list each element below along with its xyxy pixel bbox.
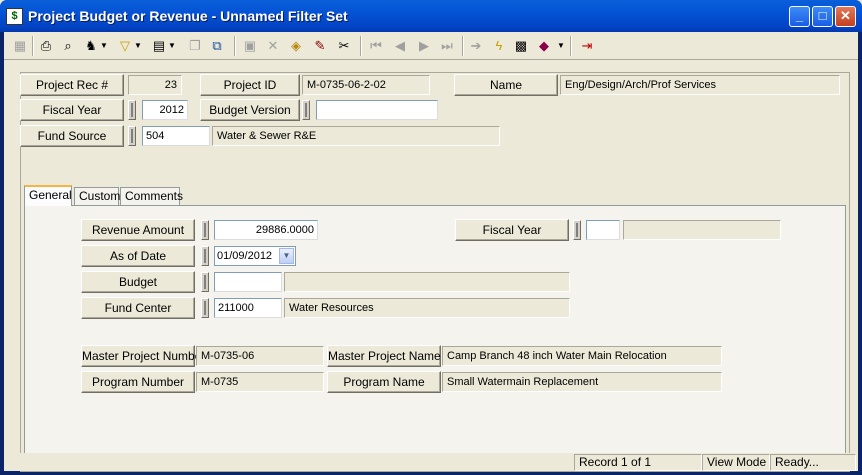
- exit-icon[interactable]: ⇥: [577, 36, 597, 56]
- revenue-amount-label[interactable]: Revenue Amount: [81, 219, 195, 241]
- preview-icon[interactable]: ⌕: [58, 36, 78, 56]
- filter-find-icon[interactable]: ♞: [81, 36, 101, 56]
- fund-center-description: Water Resources: [284, 298, 570, 318]
- goto-icon[interactable]: ➔: [466, 36, 486, 56]
- master-project-number-label[interactable]: Master Project Number: [81, 345, 205, 367]
- program-number-field: M-0735: [196, 372, 324, 392]
- general-fiscal-year-handle[interactable]: [573, 220, 581, 240]
- budget-description: [284, 272, 570, 292]
- next-icon[interactable]: ▶: [414, 36, 434, 56]
- general-fiscal-year-label[interactable]: Fiscal Year: [455, 219, 569, 241]
- minimize-button[interactable]: _: [789, 6, 810, 27]
- budget-label[interactable]: Budget: [81, 271, 195, 293]
- chevron-down-icon[interactable]: ▼: [133, 36, 143, 56]
- project-rec-label[interactable]: Project Rec #: [20, 74, 124, 96]
- fund-source-label[interactable]: Fund Source: [20, 125, 124, 147]
- project-id-label[interactable]: Project ID: [200, 74, 300, 96]
- client-area: ▦ ⎙ ⌕ ♞ ▼ ▽ ▼ ▤ ▼ ❐ ⧉ ▣ ✕ ◈ ✎ ✂ ⏮ ◀ ▶ ⏭ …: [4, 32, 858, 472]
- master-project-number-field: M-0735-06: [196, 346, 324, 366]
- chevron-down-icon[interactable]: ▼: [167, 36, 177, 56]
- fiscal-year-input[interactable]: 2012: [142, 100, 188, 120]
- filter-icon[interactable]: ▽: [115, 36, 135, 56]
- as-of-date-label[interactable]: As of Date: [81, 245, 195, 267]
- tab-comments[interactable]: Comments: [120, 187, 183, 205]
- program-number-label[interactable]: Program Number: [81, 371, 195, 393]
- fund-source-input[interactable]: 504: [142, 126, 210, 146]
- print-icon[interactable]: ⎙: [36, 36, 56, 56]
- master-project-name-label[interactable]: Master Project Name: [327, 345, 441, 367]
- new-record-icon[interactable]: ▤: [149, 36, 169, 56]
- as-of-date-handle[interactable]: [201, 246, 209, 266]
- toolbar-separator: [360, 36, 362, 56]
- general-fiscal-year-input[interactable]: [586, 220, 620, 240]
- revenue-amount-handle[interactable]: [201, 220, 209, 240]
- budget-version-label[interactable]: Budget Version: [200, 99, 300, 121]
- tab-general[interactable]: General: [24, 185, 72, 206]
- toolbar: ▦ ⎙ ⌕ ♞ ▼ ▽ ▼ ▤ ▼ ❐ ⧉ ▣ ✕ ◈ ✎ ✂ ⏮ ◀ ▶ ⏭ …: [4, 32, 858, 60]
- cut-icon[interactable]: ✂: [334, 36, 354, 56]
- toolbar-separator: [462, 36, 464, 56]
- fund-center-lookup-handle[interactable]: [201, 298, 209, 318]
- project-id-field: M-0735-06-2-02: [302, 75, 430, 95]
- app-window: $ Project Budget or Revenue - Unnamed Fi…: [0, 0, 862, 475]
- tab-custom[interactable]: Custom: [74, 187, 120, 205]
- project-rec-field: 23: [128, 75, 182, 95]
- status-bar: Record 1 of 1 View Mode Ready...: [4, 453, 858, 471]
- budget-version-lookup-handle[interactable]: [302, 100, 310, 120]
- toolbar-separator: [234, 36, 236, 56]
- fiscal-year-label[interactable]: Fiscal Year: [20, 99, 124, 121]
- program-name-label[interactable]: Program Name: [327, 371, 441, 393]
- fund-source-description: Water & Sewer R&E: [212, 126, 500, 146]
- status-state: Ready...: [770, 454, 856, 471]
- fund-source-lookup-handle[interactable]: [128, 126, 136, 146]
- budget-version-input[interactable]: [316, 100, 438, 120]
- grid-icon[interactable]: ▦: [10, 36, 30, 56]
- copy-icon[interactable]: ❐: [185, 36, 205, 56]
- budget-input[interactable]: [214, 272, 282, 292]
- name-label[interactable]: Name: [454, 74, 558, 96]
- close-button[interactable]: ✕: [835, 6, 856, 27]
- report-icon[interactable]: ▩: [511, 36, 531, 56]
- name-field: Eng/Design/Arch/Prof Services: [560, 75, 840, 95]
- delete-icon[interactable]: ✕: [263, 36, 283, 56]
- lightning-icon[interactable]: ϟ: [489, 36, 509, 56]
- revenue-amount-input[interactable]: 29886.0000: [214, 220, 318, 240]
- as-of-date-picker[interactable]: 01/09/2012 ▼: [214, 246, 296, 266]
- prev-icon[interactable]: ◀: [390, 36, 410, 56]
- window-title: Project Budget or Revenue - Unnamed Filt…: [28, 8, 348, 24]
- title-bar[interactable]: $ Project Budget or Revenue - Unnamed Fi…: [0, 0, 862, 32]
- fund-center-label[interactable]: Fund Center: [81, 297, 195, 319]
- fiscal-year-lookup-handle[interactable]: [128, 100, 136, 120]
- master-project-name-field: Camp Branch 48 inch Water Main Relocatio…: [442, 346, 722, 366]
- status-record-count: Record 1 of 1: [574, 454, 702, 471]
- chevron-down-icon[interactable]: ▼: [556, 36, 566, 56]
- general-fiscal-year-description: [623, 220, 781, 240]
- as-of-date-value: 01/09/2012: [217, 250, 273, 262]
- budget-lookup-handle[interactable]: [201, 272, 209, 292]
- maximize-button[interactable]: □: [812, 6, 833, 27]
- first-icon[interactable]: ⏮: [366, 36, 386, 56]
- program-name-field: Small Watermain Replacement: [442, 372, 722, 392]
- save-icon[interactable]: ▣: [240, 36, 260, 56]
- status-mode: View Mode: [702, 454, 770, 471]
- edit-icon[interactable]: ✎: [310, 36, 330, 56]
- last-icon[interactable]: ⏭: [437, 36, 457, 56]
- toolbar-separator: [570, 36, 572, 56]
- chevron-down-icon[interactable]: ▼: [99, 36, 109, 56]
- open-icon[interactable]: ◈: [286, 36, 306, 56]
- toolbar-separator: [32, 36, 34, 56]
- fund-center-input[interactable]: 211000: [214, 298, 282, 318]
- book-icon[interactable]: ◆: [534, 36, 554, 56]
- duplicate-icon[interactable]: ⧉: [207, 36, 227, 56]
- app-dollar-icon: $: [6, 8, 23, 25]
- chevron-down-icon[interactable]: ▼: [279, 248, 294, 264]
